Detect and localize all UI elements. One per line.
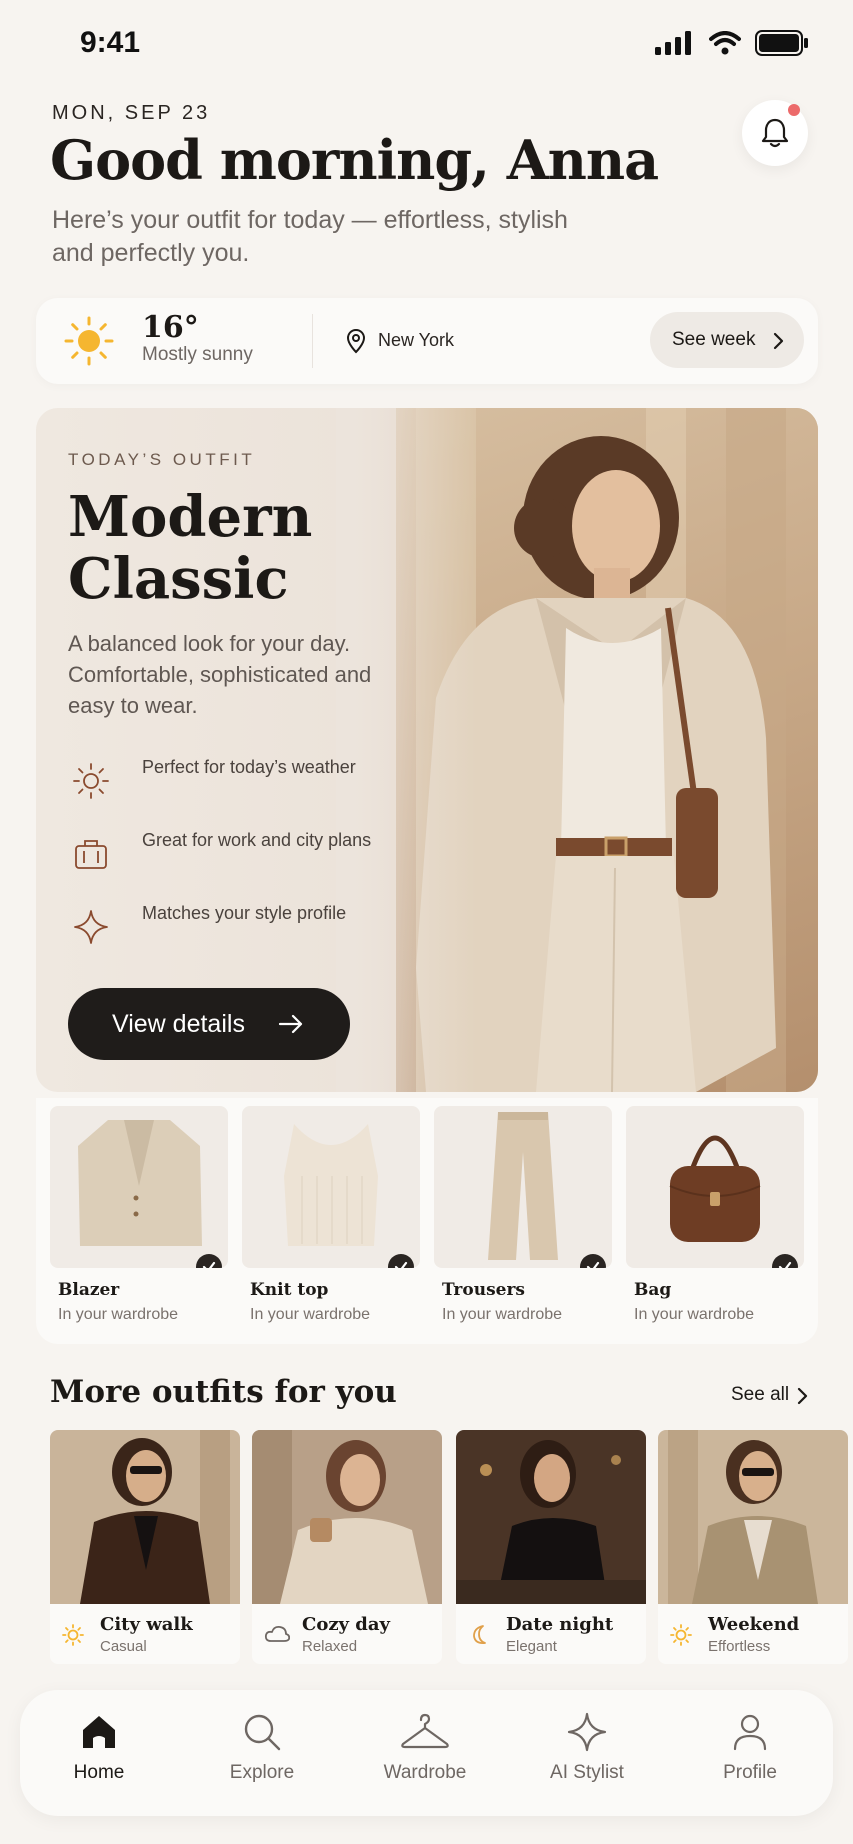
nav-wardrobe[interactable]: Wardrobe — [365, 1712, 485, 1784]
item-status: In your wardrobe — [250, 1306, 371, 1323]
user-icon — [733, 1714, 767, 1751]
feature-work-text: Great for work and city plans — [142, 830, 372, 850]
outfit-card-date-night[interactable]: Date night Elegant — [456, 1430, 646, 1664]
nav-home[interactable]: Home — [39, 1712, 159, 1784]
weekend-photo — [658, 1430, 848, 1604]
outfit-card-subtitle: Effortless — [708, 1638, 771, 1655]
notifications-button[interactable] — [742, 100, 808, 166]
view-details-button[interactable]: View details — [68, 988, 350, 1060]
greeting-title: Good morning, Anna — [50, 128, 659, 192]
wardrobe-item-knit-top[interactable]: Knit top In your wardrobe — [242, 1106, 420, 1324]
nav-label: Home — [73, 1762, 125, 1783]
outfit-card-info: Cozy day Relaxed — [252, 1604, 442, 1664]
nav-explore[interactable]: Explore — [202, 1712, 322, 1784]
cozy-day-photo — [252, 1430, 442, 1604]
outfit-card-city-walk[interactable]: City walk Casual — [50, 1430, 240, 1664]
nav-label: AI Stylist — [550, 1762, 624, 1783]
arrow-right-icon — [278, 1014, 303, 1034]
date-label: MON, SEP 23 — [52, 102, 211, 124]
chevron-right-icon[interactable] — [796, 1387, 808, 1405]
bell-icon — [761, 118, 789, 148]
weather-condition: Mostly sunny — [142, 344, 253, 365]
view-details-label: View details — [112, 1009, 245, 1038]
nav-label: Wardrobe — [383, 1762, 467, 1783]
wardrobe-items-card: Blazer In your wardrobe Knit top In your… — [36, 1098, 818, 1344]
sparkle-icon — [567, 1712, 607, 1752]
see-all-link[interactable]: See all — [731, 1384, 789, 1406]
see-week-button[interactable]: See week — [650, 312, 804, 368]
location-pin-icon — [346, 328, 366, 354]
status-time: 9:41 — [80, 26, 141, 59]
outfit-card-subtitle: Elegant — [506, 1638, 557, 1655]
item-status: In your wardrobe — [442, 1306, 563, 1323]
battery-icon — [755, 30, 808, 56]
feature-weather: Perfect for today’s weather — [68, 754, 388, 814]
chevron-right-icon — [773, 332, 784, 350]
blazer-image — [50, 1106, 228, 1268]
outfit-card-title: City walk — [100, 1614, 193, 1635]
outfit-card-weekend[interactable]: Weekend Effortless — [658, 1430, 848, 1664]
item-status: In your wardrobe — [634, 1306, 755, 1323]
item-status: In your wardrobe — [58, 1306, 179, 1323]
cellular-signal-icon — [655, 31, 691, 55]
more-outfits-title: More outfits for you — [50, 1374, 397, 1410]
outfit-card-subtitle: Casual — [100, 1638, 147, 1655]
weather-divider — [312, 314, 313, 368]
feature-style-text: Matches your style profile — [142, 903, 347, 923]
outfit-card-title: Cozy day — [302, 1614, 390, 1635]
briefcase-icon — [75, 840, 107, 869]
cloud-icon — [264, 1625, 290, 1642]
todays-outfit-card[interactable]: TODAY’S OUTFIT Modern Classic A balanced… — [36, 408, 818, 1092]
temperature: 16° — [142, 310, 199, 345]
item-name: Knit top — [250, 1280, 329, 1300]
date-night-photo — [456, 1430, 646, 1604]
outfit-card-cozy-day[interactable]: Cozy day Relaxed — [252, 1430, 442, 1664]
hanger-icon — [401, 1713, 449, 1749]
weather-card: 16° Mostly sunny New York See week — [36, 298, 818, 384]
city-walk-photo — [50, 1430, 240, 1604]
wifi-icon — [709, 31, 741, 55]
location-label: New York — [378, 330, 455, 350]
sun-icon — [64, 316, 114, 366]
moon-icon — [473, 1625, 486, 1645]
sun-icon — [73, 763, 109, 799]
nav-profile[interactable]: Profile — [690, 1712, 810, 1784]
search-icon — [244, 1714, 281, 1751]
item-name: Trousers — [442, 1280, 525, 1300]
outfit-card-title: Date night — [506, 1614, 614, 1635]
outfit-card-title: Weekend — [708, 1614, 800, 1635]
item-name: Bag — [634, 1280, 672, 1300]
status-bar: 9:41 — [0, 0, 853, 80]
nav-label: Profile — [723, 1762, 777, 1783]
nav-label: Explore — [229, 1762, 295, 1783]
outfit-eyebrow: TODAY’S OUTFIT — [68, 450, 256, 469]
trousers-image — [434, 1106, 612, 1268]
outfit-description: A balanced look for your day. Comfortabl… — [68, 631, 372, 718]
outfit-card-subtitle: Relaxed — [302, 1638, 358, 1655]
nav-ai-stylist[interactable]: AI Stylist — [527, 1712, 647, 1784]
outfit-card-info: Date night Elegant — [456, 1604, 646, 1664]
feature-style: Matches your style profile — [68, 900, 388, 960]
notification-dot — [788, 104, 800, 116]
status-icons — [655, 30, 809, 56]
feature-weather-text: Perfect for today’s weather — [142, 757, 356, 777]
wardrobe-item-trousers[interactable]: Trousers In your wardrobe — [434, 1106, 612, 1324]
wardrobe-item-bag[interactable]: Bag In your wardrobe — [626, 1106, 804, 1324]
outfit-card-info: Weekend Effortless — [658, 1604, 848, 1664]
bottom-navigation: Home Explore Wardrobe AI Stylist Profile — [20, 1690, 833, 1816]
home-icon — [83, 1716, 115, 1748]
sun-icon — [62, 1624, 84, 1646]
sparkle-icon — [74, 910, 108, 944]
sun-icon — [670, 1624, 692, 1646]
greeting-subtitle: Here’s your outfit for today — effortles… — [52, 206, 568, 267]
knit-top-image — [242, 1106, 420, 1268]
see-week-label: See week — [672, 329, 756, 350]
item-name: Blazer — [58, 1280, 120, 1300]
outfit-title: Modern Classic — [68, 484, 313, 612]
feature-work: Great for work and city plans — [68, 827, 388, 887]
wardrobe-item-blazer[interactable]: Blazer In your wardrobe — [50, 1106, 228, 1324]
outfit-card-info: City walk Casual — [50, 1604, 240, 1664]
bag-image — [626, 1106, 804, 1268]
